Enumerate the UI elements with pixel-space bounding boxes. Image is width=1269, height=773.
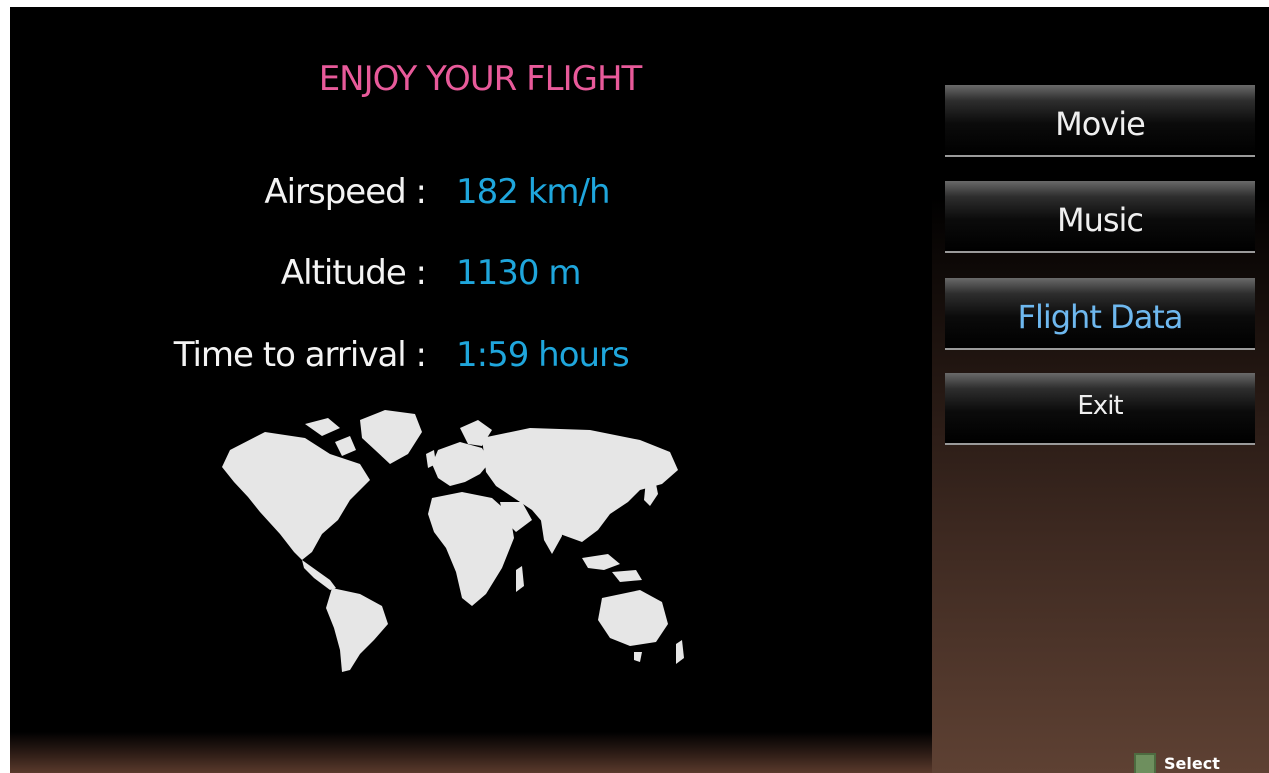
flight-data-button[interactable]: Flight Data <box>945 278 1255 350</box>
airspeed-label: Airspeed : <box>264 172 427 212</box>
time-to-arrival-row: Time to arrival : 1:59 hours <box>10 335 900 385</box>
music-button-label: Music <box>1056 201 1144 239</box>
exit-button[interactable]: Exit <box>945 373 1255 445</box>
time-to-arrival-label: Time to arrival : <box>173 335 427 375</box>
select-key-icon <box>1134 753 1156 773</box>
altitude-row: Altitude : 1130 m <box>10 253 900 303</box>
altitude-value: 1130 m <box>456 253 581 293</box>
airspeed-value: 182 km/h <box>456 172 611 212</box>
airspeed-row: Airspeed : 182 km/h <box>10 172 900 222</box>
altitude-label: Altitude : <box>280 253 427 293</box>
movie-button-label: Movie <box>1055 105 1146 143</box>
select-hint-label: Select <box>1164 754 1220 773</box>
world-map-icon <box>222 410 684 672</box>
time-to-arrival-value: 1:59 hours <box>456 335 630 375</box>
flight-data-button-label: Flight Data <box>1017 298 1184 336</box>
movie-button[interactable]: Movie <box>945 85 1255 157</box>
exit-button-label: Exit <box>1077 391 1123 421</box>
music-button[interactable]: Music <box>945 181 1255 253</box>
page-title: ENJOY YOUR FLIGHT <box>318 59 643 99</box>
